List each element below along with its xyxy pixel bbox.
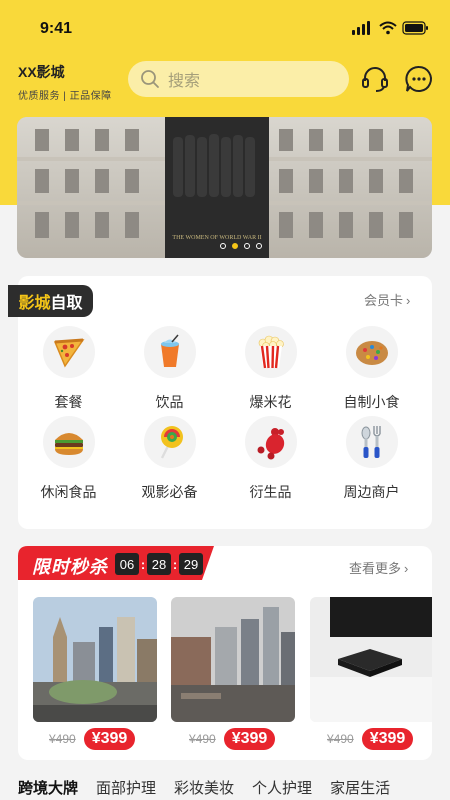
tab-active[interactable]: 跨境大牌 xyxy=(18,777,78,798)
countdown-timer: 06 : 28 : 29 xyxy=(115,553,203,575)
category-item[interactable]: 套餐 xyxy=(18,326,119,410)
category-tabs: 跨境大牌 面部护理 彩妆美妆 个人护理 家居生活 xyxy=(18,777,408,798)
banner-dot[interactable] xyxy=(244,243,250,249)
tab[interactable]: 家居生活 xyxy=(330,777,390,798)
member-card-link[interactable]: 会员卡 › xyxy=(364,290,410,309)
sale-price[interactable]: ¥399 xyxy=(83,728,136,750)
burger-icon xyxy=(54,433,83,455)
category-item[interactable]: 休闲食品 xyxy=(18,416,119,500)
badge-highlight: 影城 xyxy=(18,295,51,312)
category-item[interactable]: 饮品 xyxy=(119,326,220,410)
sale-price[interactable]: ¥399 xyxy=(223,728,276,750)
product-price: ¥490 ¥399 xyxy=(49,728,136,750)
promo-banner[interactable]: THE WOMEN OF WORLD WAR II xyxy=(17,117,432,258)
badge-text: 自取 xyxy=(50,295,83,312)
store-brand[interactable]: XX影城 优质服务 | 正品保障 xyxy=(18,62,112,102)
pizza-icon xyxy=(53,338,85,368)
category-item[interactable]: 自制小食 xyxy=(321,326,422,410)
original-price: ¥490 xyxy=(327,732,354,746)
banner-dot-active[interactable] xyxy=(232,243,238,249)
search-icon xyxy=(141,70,159,88)
tab[interactable]: 面部护理 xyxy=(96,777,156,798)
timer-seconds: 29 xyxy=(179,553,203,575)
drink-icon xyxy=(160,334,179,367)
lollipop-icon xyxy=(160,426,183,459)
tab[interactable]: 彩妆美妆 xyxy=(174,777,234,798)
member-card-label: 会员卡 xyxy=(364,293,404,308)
timer-minutes: 28 xyxy=(147,553,171,575)
timer-hours: 06 xyxy=(115,553,139,575)
status-icons xyxy=(352,21,428,35)
search-input[interactable]: 搜索 xyxy=(128,61,349,97)
product-image[interactable] xyxy=(171,597,295,722)
category-grid: 套餐 饮品 爆米花 自制小食 休闲食品 观影必备 衍生品 周边商户 xyxy=(18,326,432,500)
sale-price[interactable]: ¥399 xyxy=(361,728,414,750)
category-item[interactable]: 衍生品 xyxy=(220,416,321,500)
see-more-link[interactable]: 查看更多 › xyxy=(349,558,408,577)
self-pickup-badge: 影城 自取 xyxy=(8,285,93,317)
tab[interactable]: 个人护理 xyxy=(252,777,312,798)
banner-dot[interactable] xyxy=(220,243,226,249)
banner-caption: THE WOMEN OF WORLD WAR II xyxy=(172,235,261,241)
category-label: 爆米花 xyxy=(249,394,292,410)
chevron-right-icon: › xyxy=(404,561,409,576)
category-item[interactable]: 周边商户 xyxy=(321,416,422,500)
flash-sale-title: 限时秒杀 xyxy=(32,557,108,577)
popcorn-icon xyxy=(258,335,284,369)
category-item[interactable]: 爆米花 xyxy=(220,326,321,410)
banner-dot[interactable] xyxy=(256,243,262,249)
message-icon[interactable] xyxy=(404,64,434,94)
store-tagline: 优质服务 | 正品保障 xyxy=(18,91,112,102)
product-image[interactable] xyxy=(310,597,432,722)
gummy-bear-icon xyxy=(257,428,284,460)
category-label: 周边商户 xyxy=(343,484,400,500)
category-label: 观影必备 xyxy=(141,484,198,500)
headset-icon[interactable] xyxy=(360,64,390,94)
see-more-label: 查看更多 xyxy=(349,561,402,576)
product-image[interactable] xyxy=(33,597,157,722)
original-price: ¥490 xyxy=(189,732,216,746)
banner-image: THE WOMEN OF WORLD WAR II xyxy=(17,117,432,258)
cutlery-icon xyxy=(361,426,381,458)
original-price: ¥490 xyxy=(49,732,76,746)
category-label: 饮品 xyxy=(155,394,184,410)
cookie-icon xyxy=(355,341,388,365)
category-label: 套餐 xyxy=(54,394,83,410)
status-bar: 9:41 xyxy=(0,0,450,52)
category-label: 休闲食品 xyxy=(40,484,97,500)
product-price: ¥490 ¥399 xyxy=(327,728,414,750)
product-price: ¥490 ¥399 xyxy=(189,728,276,750)
category-label: 衍生品 xyxy=(249,484,292,500)
category-label: 自制小食 xyxy=(343,394,400,410)
category-item[interactable]: 观影必备 xyxy=(119,416,220,500)
store-name: XX影城 xyxy=(18,64,65,80)
status-time: 9:41 xyxy=(40,20,73,37)
banner-pagination xyxy=(220,243,262,249)
chevron-right-icon: › xyxy=(406,293,411,308)
search-placeholder: 搜索 xyxy=(168,73,201,90)
